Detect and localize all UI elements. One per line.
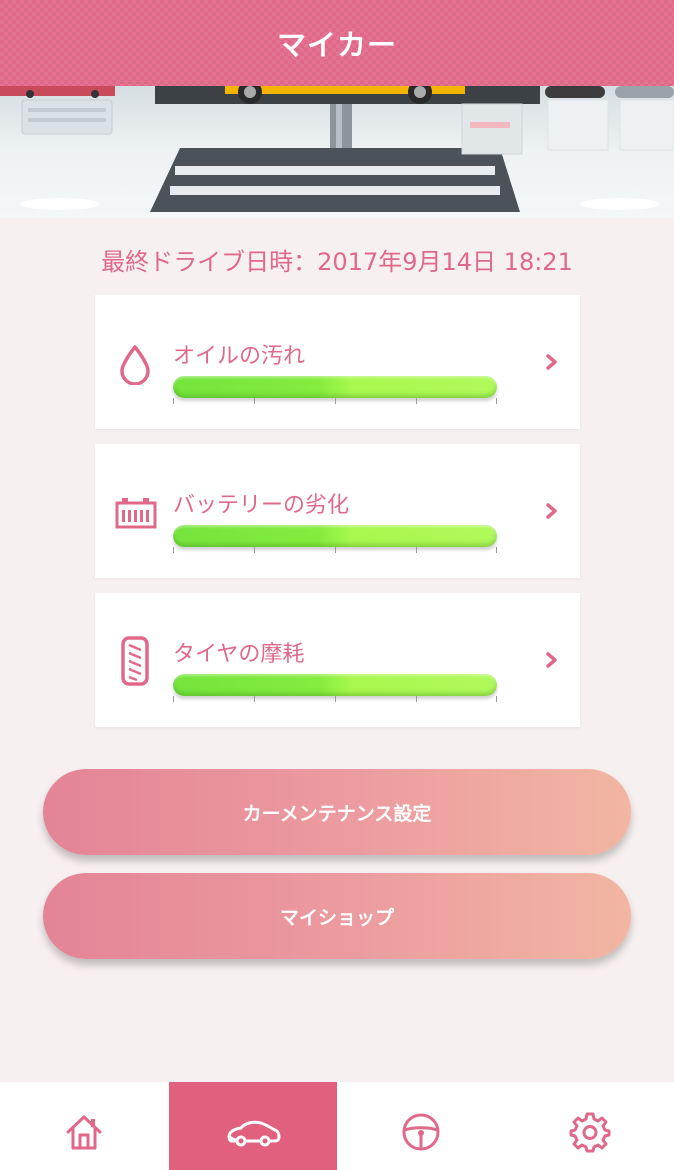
tire-status-bar [173,674,497,696]
tire-icon [115,635,155,687]
battery-status-card[interactable]: バッテリーの劣化 [95,444,580,578]
tire-status-ticks [173,696,497,704]
steering-wheel-icon [400,1111,442,1157]
battery-status-bar-fill [173,525,497,547]
chevron-right-icon [544,353,560,371]
oil-status-label: オイルの汚れ [173,344,306,369]
last-drive-datetime: 最終ドライブ日時：2017年9月14日 18:21 [101,248,573,276]
battery-status-bar [173,525,497,547]
tire-status-label: タイヤの摩耗 [173,642,305,667]
tab-home[interactable] [0,1082,169,1170]
battery-icon [115,496,157,530]
header-bar: マイカー [0,0,674,86]
chevron-right-icon [544,502,560,520]
tire-status-bar-fill [173,674,497,696]
chevron-right-icon [544,651,560,669]
car-icon [225,1117,281,1151]
oil-status-card[interactable]: オイルの汚れ [95,295,580,429]
oil-status-bar-fill [173,376,497,398]
bottom-tab-bar [0,1082,674,1170]
gear-icon [569,1111,611,1157]
my-shop-button[interactable]: マイショップ [43,873,631,959]
tab-drive[interactable] [337,1082,506,1170]
page-title: マイカー [276,28,397,62]
oil-drop-icon [115,343,155,386]
car-maintenance-settings-button[interactable]: カーメンテナンス設定 [43,769,631,855]
home-icon [63,1112,105,1156]
battery-status-label: バッテリーの劣化 [173,493,350,518]
tab-my-car[interactable] [168,1082,337,1170]
oil-status-ticks [173,398,497,406]
tire-status-card[interactable]: タイヤの摩耗 [95,593,580,727]
garage-illustration [0,86,674,218]
oil-status-bar [173,376,497,398]
tab-settings[interactable] [506,1082,674,1170]
battery-status-ticks [173,547,497,555]
